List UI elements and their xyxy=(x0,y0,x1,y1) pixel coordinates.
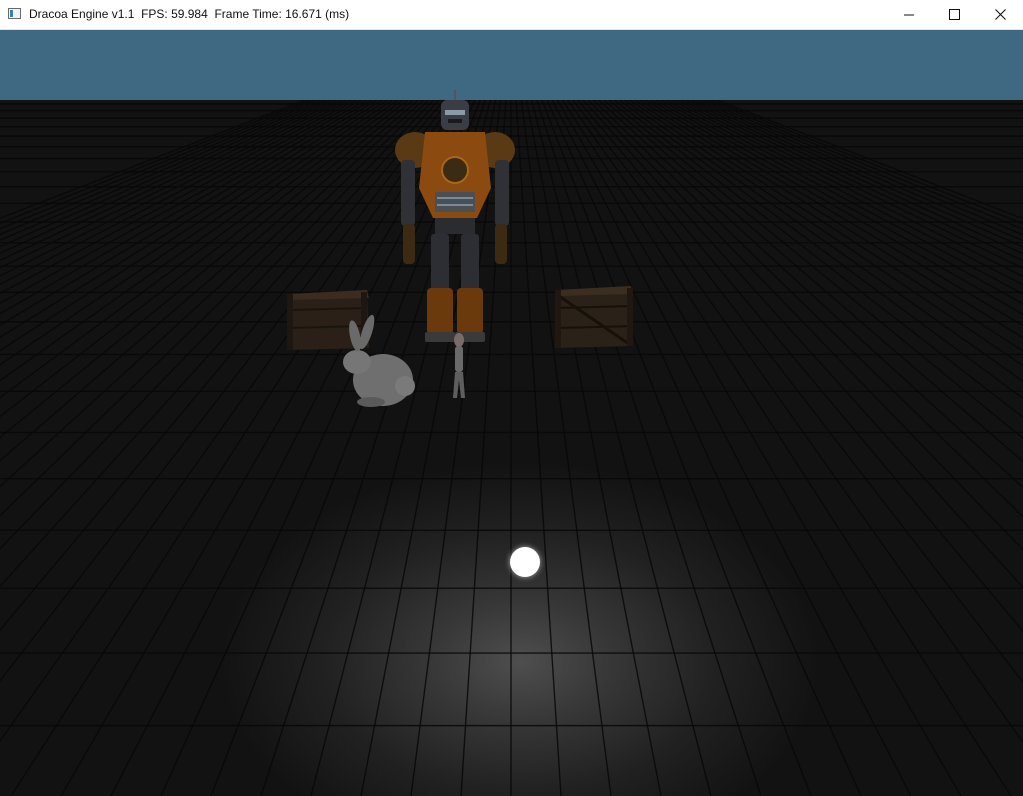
minimize-icon xyxy=(904,14,914,16)
small-figure-model xyxy=(453,333,465,398)
title-bar[interactable]: Dracoa Engine v1.1 FPS: 59.984 Frame Tim… xyxy=(0,0,1023,30)
render-viewport[interactable] xyxy=(0,30,1023,796)
window-title: Dracoa Engine v1.1 FPS: 59.984 Frame Tim… xyxy=(29,7,350,21)
stanford-bunny-model xyxy=(343,314,415,407)
robot-model xyxy=(395,90,515,342)
close-icon xyxy=(995,9,1006,20)
maximize-icon xyxy=(949,9,960,20)
maximize-button[interactable] xyxy=(931,0,977,29)
app-window-icon xyxy=(8,8,21,19)
game-window: Dracoa Engine v1.1 FPS: 59.984 Frame Tim… xyxy=(0,0,1023,796)
minimize-button[interactable] xyxy=(886,0,932,29)
wooden-crate-right xyxy=(555,286,634,348)
point-light-sphere xyxy=(510,547,540,577)
close-button[interactable] xyxy=(977,0,1023,29)
